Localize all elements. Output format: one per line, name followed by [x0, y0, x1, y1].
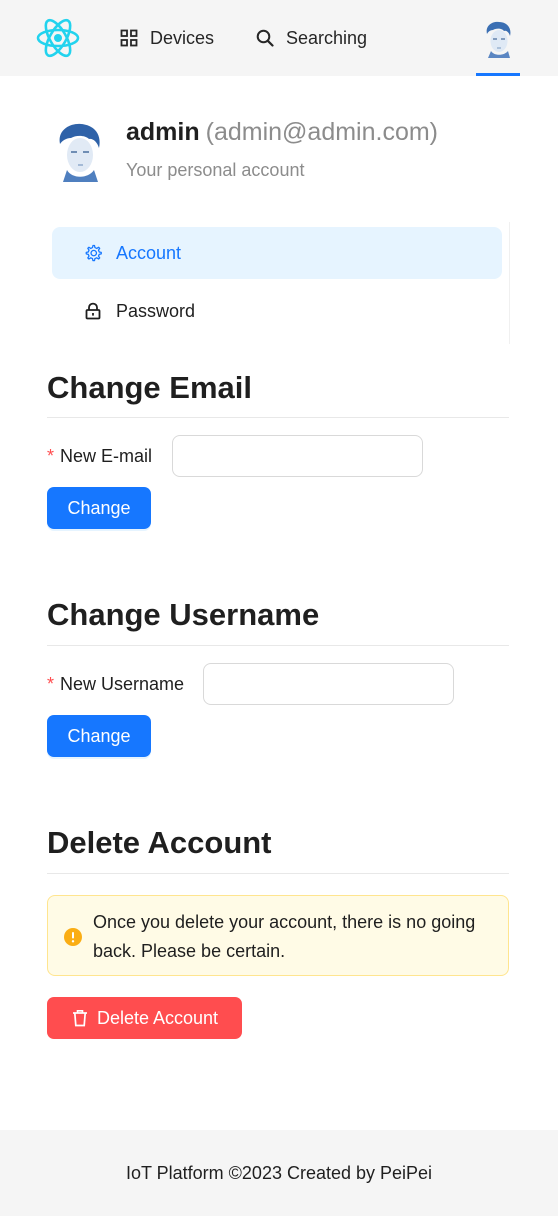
lock-icon — [85, 302, 101, 320]
change-email-button[interactable]: Change — [47, 487, 151, 529]
menu-item-account-label: Account — [116, 242, 182, 263]
required-mark: * — [47, 674, 55, 694]
menu-item-password-label: Password — [116, 300, 196, 321]
nav-searching[interactable]: Searching — [256, 0, 367, 76]
change-email-title: Change Email — [47, 370, 252, 405]
new-username-label-text: New Username — [60, 674, 185, 694]
section-divider — [47, 417, 509, 418]
new-email-label: * New E-mail — [47, 446, 152, 467]
top-navbar: Devices Searching — [0, 0, 558, 76]
grid-icon — [120, 29, 138, 47]
change-username-title: Change Username — [47, 597, 320, 632]
section-divider — [47, 873, 509, 874]
profile-username: admin — [126, 118, 200, 146]
footer: IoT Platform ©2023 Created by PeiPei — [0, 1130, 558, 1216]
delete-account-button[interactable]: Delete Account — [47, 997, 242, 1039]
active-nav-indicator — [476, 73, 520, 76]
profile-subtitle: Your personal account — [126, 160, 305, 180]
trash-icon — [72, 1010, 87, 1027]
section-divider — [47, 645, 509, 646]
delete-account-button-label: Delete Account — [96, 1007, 219, 1028]
new-email-input[interactable] — [172, 435, 423, 477]
exclamation-circle-icon — [64, 928, 82, 946]
user-avatar[interactable] — [482, 20, 514, 58]
nav-searching-label: Searching — [286, 27, 368, 48]
nav-devices-label: Devices — [150, 27, 215, 48]
delete-warning-alert: Once you delete your account, there is n… — [47, 895, 509, 976]
delete-account-title: Delete Account — [47, 825, 272, 860]
footer-text: IoT Platform ©2023 Created by PeiPei — [125, 1162, 433, 1183]
settings-menu: Account Password — [52, 222, 510, 344]
nav-devices[interactable]: Devices — [120, 0, 214, 76]
menu-item-account[interactable]: Account — [52, 227, 502, 279]
menu-item-password[interactable]: Password — [52, 285, 502, 337]
delete-warning-text: Once you delete your account, there is n… — [93, 912, 476, 961]
profile-email: (admin@admin.com) — [205, 118, 439, 146]
react-atom-logo-icon[interactable] — [36, 16, 80, 60]
required-mark: * — [47, 446, 55, 466]
profile-name: admin (admin@admin.com) — [126, 118, 438, 147]
profile-avatar — [59, 123, 100, 182]
new-username-label: * New Username — [47, 674, 184, 695]
change-username-button[interactable]: Change — [47, 715, 151, 757]
new-username-input[interactable] — [203, 663, 454, 705]
new-email-label-text: New E-mail — [60, 446, 153, 466]
gear-icon — [85, 244, 102, 262]
search-icon — [256, 29, 274, 47]
